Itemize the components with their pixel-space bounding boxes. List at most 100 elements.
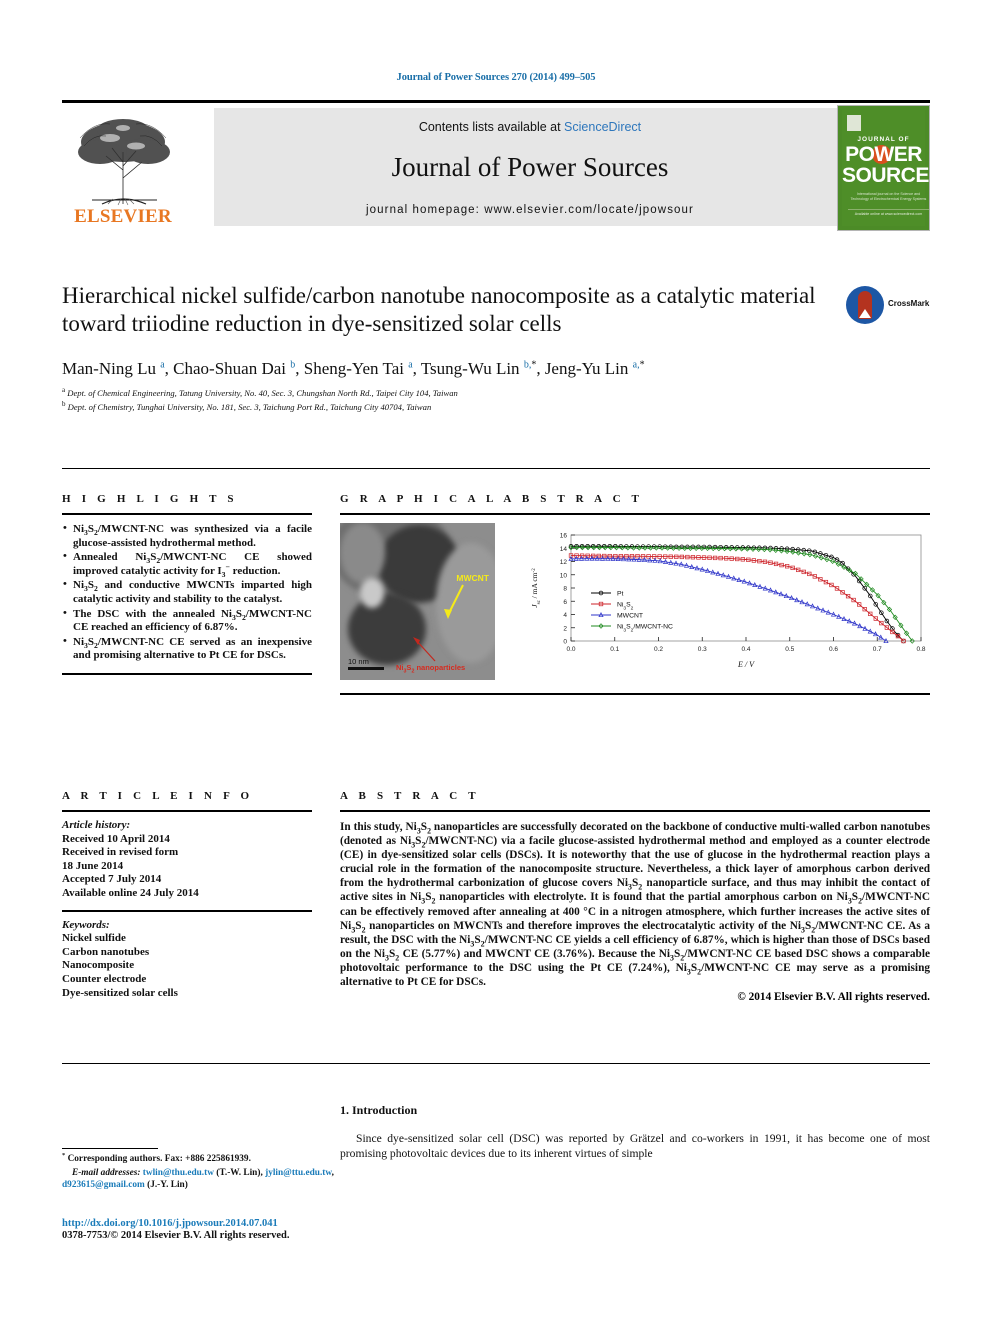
svg-text:8: 8 (563, 586, 567, 593)
list-item: The DSC with the annealed Ni3S2/MWCNT-NC… (63, 607, 312, 635)
abstract-section: A B S T R A C T In this study, Ni3S2 nan… (340, 790, 930, 1003)
history-line: Available online 24 July 2014 (62, 886, 199, 899)
jv-curve-chart: 0 2 4 6 8 10 12 14 16 0.0 0.1 0.2 0.3 0.4 0.5 0.6 0.7 0.8… (525, 523, 930, 680)
list-item: Annealed Ni3S2/MWCNT-NC CE showed improv… (63, 550, 312, 578)
svg-text:0.1: 0.1 (610, 646, 619, 653)
svg-text:E / V: E / V (737, 660, 755, 669)
page-title: Hierarchical nickel sulfide/carbon nanot… (62, 283, 816, 336)
ga-rule-bottom (340, 693, 930, 695)
title-bottom-rule (62, 468, 930, 469)
list-item: Ni3S2/MWCNT-NC was synthesized via a fac… (63, 522, 312, 550)
journal-title: Journal of Power Sources (391, 152, 669, 182)
graphical-abstract-content: MWCNT Ni3S2 nanoparticles 10 nm 0 2 4 6 8 10 1… (340, 523, 930, 683)
tem-scale-bar (348, 667, 384, 670)
list-item: Ni3S2/MWCNT-NC CE served as an inexpensi… (63, 635, 312, 663)
abstract-copyright: © 2014 Elsevier B.V. All rights reserved… (737, 991, 930, 1004)
svg-text:0.7: 0.7 (873, 646, 882, 653)
cover-title-sources: SOURCES (842, 164, 929, 187)
svg-text:16: 16 (560, 533, 568, 540)
tem-label-nanoparticles: Ni3S2 nanoparticles (396, 663, 466, 675)
cover-blurb: International journal on the Science and… (850, 192, 927, 201)
email-addresses-label: E-mail addresses: (72, 1168, 141, 1179)
highlights-rule-top (62, 513, 312, 515)
email-link-jylin[interactable]: jylin@ttu.edu.tw (265, 1168, 332, 1178)
issn-copyright-line: 0378-7753/© 2014 Elsevier B.V. All right… (62, 1230, 290, 1241)
introduction-section: 1. Introduction Since dye-sensitized sol… (340, 1103, 930, 1161)
article-info-section: A R T I C L E I N F O Article history: R… (62, 790, 312, 1000)
tem-micrograph: MWCNT Ni3S2 nanoparticles 10 nm (340, 523, 495, 680)
article-page: Journal of Power Sources 270 (2014) 499–… (0, 0, 992, 1323)
svg-text:6: 6 (563, 599, 567, 606)
svg-text:Jsc / mA cm-2: Jsc / mA cm-2 (530, 568, 542, 608)
svg-text:0.6: 0.6 (829, 646, 838, 653)
svg-text:2: 2 (563, 625, 567, 632)
elsevier-tree-icon (78, 119, 170, 206)
keywords-label: Keywords: (62, 918, 110, 931)
jv-chart-svg: 0 2 4 6 8 10 12 14 16 0.0 0.1 0.2 0.3 0.4 0.5 0.6 0.7 0.8… (530, 533, 926, 669)
svg-text:0.2: 0.2 (654, 646, 663, 653)
sciencedirect-link[interactable]: ScienceDirect (564, 120, 641, 134)
info-rule-top (62, 810, 312, 812)
footnote-rule (62, 1148, 158, 1149)
affiliation-b: b Dept. of Chemistry, Tunghai University… (62, 399, 930, 414)
list-item: Ni3S2 and conductive MWCNTs imparted hig… (63, 578, 312, 606)
cover-footer: Available online at www.sciencedirect.co… (848, 209, 929, 217)
svg-text:Pt: Pt (617, 591, 624, 598)
svg-text:0: 0 (563, 639, 567, 646)
highlights-rule-bottom (62, 672, 312, 675)
email-link-d923615[interactable]: d923615@gmail.com (62, 1180, 145, 1190)
abstract-text: In this study, Ni3S2 nanoparticles are s… (340, 821, 931, 989)
info-rule-mid (62, 909, 312, 912)
email-owner-2: (J.-Y. Lin) (147, 1180, 188, 1191)
svg-text:Ni3S2: Ni3S2 (617, 602, 634, 612)
ga-rule-top (340, 513, 930, 515)
body-bottom-rule (62, 1063, 930, 1064)
affiliation-text-b: Dept. of Chemistry, Tunghai University, … (67, 401, 432, 412)
history-line: Accepted 7 July 2014 (62, 873, 162, 886)
article-history-block: Article history: Received 10 April 2014 … (62, 819, 312, 901)
cover-title-power: POWER (845, 143, 922, 166)
title-block: Hierarchical nickel sulfide/carbon nanot… (62, 282, 930, 413)
keyword-item: Carbon nanotubes (62, 945, 150, 958)
introduction-text: Since dye-sensitized solar cell (DSC) wa… (340, 1132, 930, 1160)
affiliation-mark-b: b (62, 399, 66, 408)
masthead-center-band: Contents lists available at ScienceDirec… (214, 108, 846, 226)
corresponding-authors-line: * Corresponding authors. Fax: +886 22586… (62, 1151, 251, 1164)
svg-text:14: 14 (560, 546, 568, 553)
affiliation-a: a Dept. of Chemical Engineering, Tatung … (62, 386, 930, 400)
cover-inner: JOURNAL OF POWER SOURCES International j… (842, 110, 929, 226)
keyword-item: Nanocomposite (62, 959, 135, 972)
history-line: Received 10 April 2014 (62, 832, 170, 845)
contents-available-line: Contents lists available at ScienceDirec… (214, 120, 846, 134)
crossmark-triangle-icon (859, 309, 871, 318)
email-link-twlin[interactable]: twlin@thu.edu.tw (143, 1168, 214, 1178)
doi-link[interactable]: http://dx.doi.org/10.1016/j.jpowsour.201… (62, 1218, 462, 1229)
introduction-heading: 1. Introduction (340, 1103, 418, 1117)
graphical-abstract-heading: G R A P H I C A L A B S T R A C T (340, 493, 644, 505)
tem-label-mwcnt: MWCNT (456, 573, 489, 583)
article-info-heading: A R T I C L E I N F O (62, 790, 254, 802)
cover-publisher-mark-icon (847, 115, 861, 131)
keyword-item: Counter electrode (62, 972, 147, 985)
abstract-heading: A B S T R A C T (340, 790, 480, 802)
svg-text:10: 10 (560, 572, 568, 579)
svg-text:MWCNT: MWCNT (617, 613, 643, 620)
elsevier-logo: ELSEVIER (62, 108, 184, 230)
abstract-rule-top (340, 810, 930, 812)
svg-text:12: 12 (560, 559, 568, 566)
crossmark-circle-icon (846, 286, 884, 324)
journal-masthead: ELSEVIER Contents lists available at Sci… (62, 100, 930, 232)
doi-block: http://dx.doi.org/10.1016/j.jpowsour.201… (62, 1218, 462, 1241)
contents-prefix: Contents lists available at (418, 120, 565, 134)
highlights-list: Ni3S2/MWCNT-NC was synthesized via a fac… (62, 522, 312, 663)
running-head: Journal of Power Sources 270 (2014) 499–… (396, 72, 596, 83)
journal-homepage-line[interactable]: journal homepage: www.elsevier.com/locat… (214, 204, 846, 216)
elsevier-wordmark: ELSEVIER (74, 206, 172, 227)
highlights-heading: H I G H L I G H T S (62, 493, 238, 505)
svg-text:4: 4 (563, 612, 567, 619)
corresponding-author-footnote: * Corresponding authors. Fax: +886 22586… (62, 1148, 334, 1192)
affiliation-mark-a: a (62, 386, 66, 395)
crossmark-label: CrossMark (888, 299, 930, 308)
crossmark-badge[interactable]: CrossMark (846, 286, 930, 326)
svg-text:0.8: 0.8 (916, 646, 925, 653)
